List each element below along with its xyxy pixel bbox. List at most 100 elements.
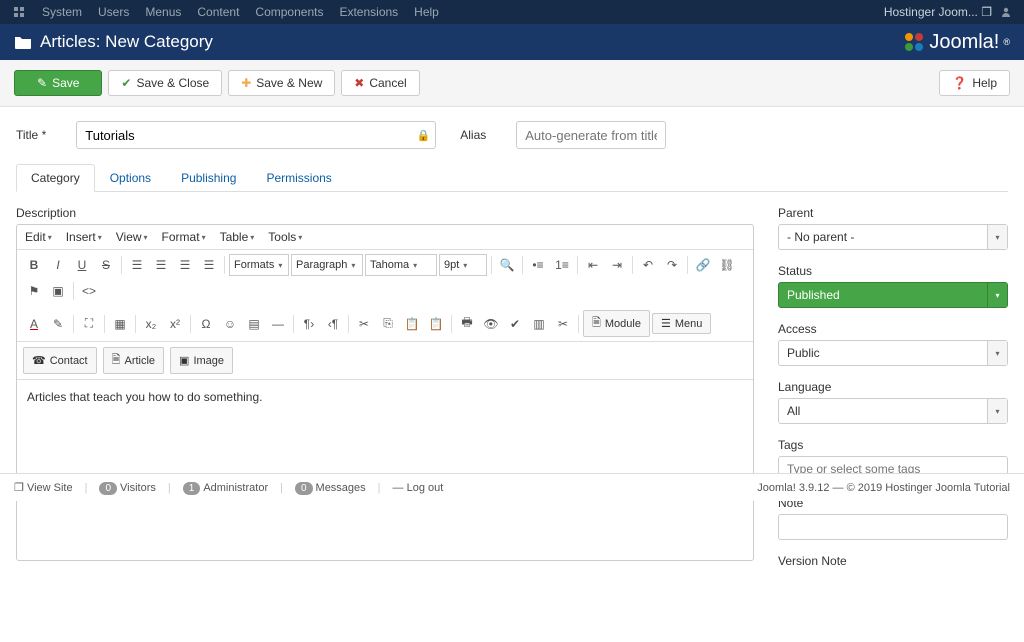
- editor-menu-format[interactable]: Format▾: [162, 230, 206, 244]
- editor-toolbar: B I U S ☰ ☰ ☰ ☰ Formats▾ Paragraph▾ Taho…: [17, 250, 753, 342]
- plus-icon: ✚: [241, 76, 251, 90]
- strike-icon[interactable]: S: [95, 254, 117, 276]
- pastetext-icon[interactable]: 📋: [425, 313, 447, 335]
- editor-menu-edit[interactable]: Edit▾: [25, 230, 52, 244]
- ol-icon[interactable]: 1≡: [551, 254, 573, 276]
- help-button[interactable]: ❓Help: [939, 70, 1010, 96]
- logout-link[interactable]: — Log out: [393, 482, 444, 494]
- formats-select[interactable]: Formats▾: [229, 254, 289, 276]
- hr-icon[interactable]: —: [267, 313, 289, 335]
- cancel-button[interactable]: ✖Cancel: [341, 70, 419, 96]
- code-icon[interactable]: <>: [78, 280, 100, 302]
- parent-select[interactable]: - No parent -▾: [778, 224, 1008, 250]
- access-select[interactable]: Public▾: [778, 340, 1008, 366]
- joomla-icon[interactable]: [12, 5, 26, 19]
- menu-extensions[interactable]: Extensions: [339, 5, 398, 19]
- copy-icon[interactable]: ⎘: [377, 313, 399, 335]
- external-icon: ❐: [14, 482, 24, 494]
- tab-category[interactable]: Category: [16, 164, 95, 192]
- editor-content[interactable]: Articles that teach you how to do someth…: [17, 380, 753, 560]
- italic-icon[interactable]: I: [47, 254, 69, 276]
- image-icon[interactable]: ▣: [47, 280, 69, 302]
- paragraph-select[interactable]: Paragraph▾: [291, 254, 363, 276]
- language-select[interactable]: All▾: [778, 398, 1008, 424]
- rtl-icon[interactable]: ‹¶: [322, 313, 344, 335]
- action-toolbar: ✎Save ✔Save & Close ✚Save & New ✖Cancel …: [0, 60, 1024, 107]
- visitors-link[interactable]: 0Visitors: [99, 482, 155, 494]
- save-new-button[interactable]: ✚Save & New: [228, 70, 335, 96]
- editor-menu-view[interactable]: View▾: [116, 230, 148, 244]
- preview-icon[interactable]: 👁: [480, 313, 502, 335]
- align-justify-icon[interactable]: ☰: [198, 254, 220, 276]
- site-name[interactable]: Hostinger Joom... ❐: [884, 5, 992, 19]
- redo-icon[interactable]: ↷: [661, 254, 683, 276]
- print-icon[interactable]: 🖶: [456, 313, 478, 335]
- underline-icon[interactable]: U: [71, 254, 93, 276]
- paste-icon[interactable]: 📋: [401, 313, 423, 335]
- find-icon[interactable]: 🔍: [496, 254, 518, 276]
- ltr-icon[interactable]: ¶›: [298, 313, 320, 335]
- link-icon[interactable]: 🔗: [692, 254, 714, 276]
- anchor-icon[interactable]: ⚑: [23, 280, 45, 302]
- alias-input[interactable]: [516, 121, 666, 149]
- messages-link[interactable]: 0Messages: [295, 482, 366, 494]
- note-input[interactable]: [778, 514, 1008, 540]
- outdent-icon[interactable]: ⇤: [582, 254, 604, 276]
- menu-content[interactable]: Content: [197, 5, 239, 19]
- media-icon[interactable]: ▤: [243, 313, 265, 335]
- char-icon[interactable]: Ω: [195, 313, 217, 335]
- editor-menu-tools[interactable]: Tools▾: [268, 230, 302, 244]
- admin-top-menu: System Users Menus Content Components Ex…: [0, 0, 1024, 24]
- textcolor-icon[interactable]: A: [23, 313, 45, 335]
- tab-publishing[interactable]: Publishing: [166, 164, 251, 192]
- view-site-link[interactable]: ❐ View Site: [14, 481, 73, 494]
- status-select[interactable]: Published▾: [778, 282, 1008, 308]
- table-icon[interactable]: ▦: [109, 313, 131, 335]
- joomla-logo: Joomla!®: [903, 31, 1010, 54]
- spellcheck-icon[interactable]: ✔: [504, 313, 526, 335]
- alias-label: Alias: [460, 128, 486, 142]
- editor-menu-insert[interactable]: Insert▾: [66, 230, 102, 244]
- font-select[interactable]: Tahoma▾: [365, 254, 437, 276]
- emoji-icon[interactable]: ☺: [219, 313, 241, 335]
- chevron-down-icon: ▾: [987, 283, 1007, 307]
- menu-menus[interactable]: Menus: [145, 5, 181, 19]
- align-left-icon[interactable]: ☰: [126, 254, 148, 276]
- menu-help[interactable]: Help: [414, 5, 439, 19]
- align-center-icon[interactable]: ☰: [150, 254, 172, 276]
- lock-icon[interactable]: 🔒: [417, 129, 431, 142]
- sup-icon[interactable]: x²: [164, 313, 186, 335]
- bgcolor-icon[interactable]: ✎: [47, 313, 69, 335]
- menu-button[interactable]: ☰Menu: [652, 313, 711, 334]
- contact-button[interactable]: ☎Contact: [23, 347, 97, 374]
- chevron-down-icon: ▾: [987, 225, 1007, 249]
- title-input[interactable]: [76, 121, 436, 149]
- ul-icon[interactable]: •≡: [527, 254, 549, 276]
- save-button[interactable]: ✎Save: [14, 70, 102, 96]
- editor-menu-table[interactable]: Table▾: [220, 230, 255, 244]
- module-button[interactable]: 🗎Module: [583, 310, 650, 337]
- indent-icon[interactable]: ⇥: [606, 254, 628, 276]
- menu-system[interactable]: System: [42, 5, 82, 19]
- pagebreak-icon[interactable]: ✂: [552, 313, 574, 335]
- article-button[interactable]: 🗎Article: [103, 347, 164, 374]
- undo-icon[interactable]: ↶: [637, 254, 659, 276]
- fontsize-select[interactable]: 9pt▾: [439, 254, 487, 276]
- template-icon[interactable]: ▥: [528, 313, 550, 335]
- bold-icon[interactable]: B: [23, 254, 45, 276]
- unlink-icon[interactable]: ⛓: [716, 254, 738, 276]
- align-right-icon[interactable]: ☰: [174, 254, 196, 276]
- tab-permissions[interactable]: Permissions: [251, 164, 346, 192]
- menu-users[interactable]: Users: [98, 5, 129, 19]
- save-close-button[interactable]: ✔Save & Close: [108, 70, 222, 96]
- parent-label: Parent: [778, 206, 1008, 220]
- menu-components[interactable]: Components: [255, 5, 323, 19]
- fullscreen-icon[interactable]: ⛶: [78, 313, 100, 335]
- user-icon[interactable]: [1000, 6, 1012, 18]
- footer-info: Joomla! 3.9.12 — © 2019 Hostinger Joomla…: [757, 482, 1010, 494]
- tab-options[interactable]: Options: [95, 164, 166, 192]
- image-button[interactable]: ▣Image: [170, 347, 233, 374]
- sub-icon[interactable]: x₂: [140, 313, 162, 335]
- admin-link[interactable]: 1Administrator: [183, 482, 268, 494]
- cut-icon[interactable]: ✂: [353, 313, 375, 335]
